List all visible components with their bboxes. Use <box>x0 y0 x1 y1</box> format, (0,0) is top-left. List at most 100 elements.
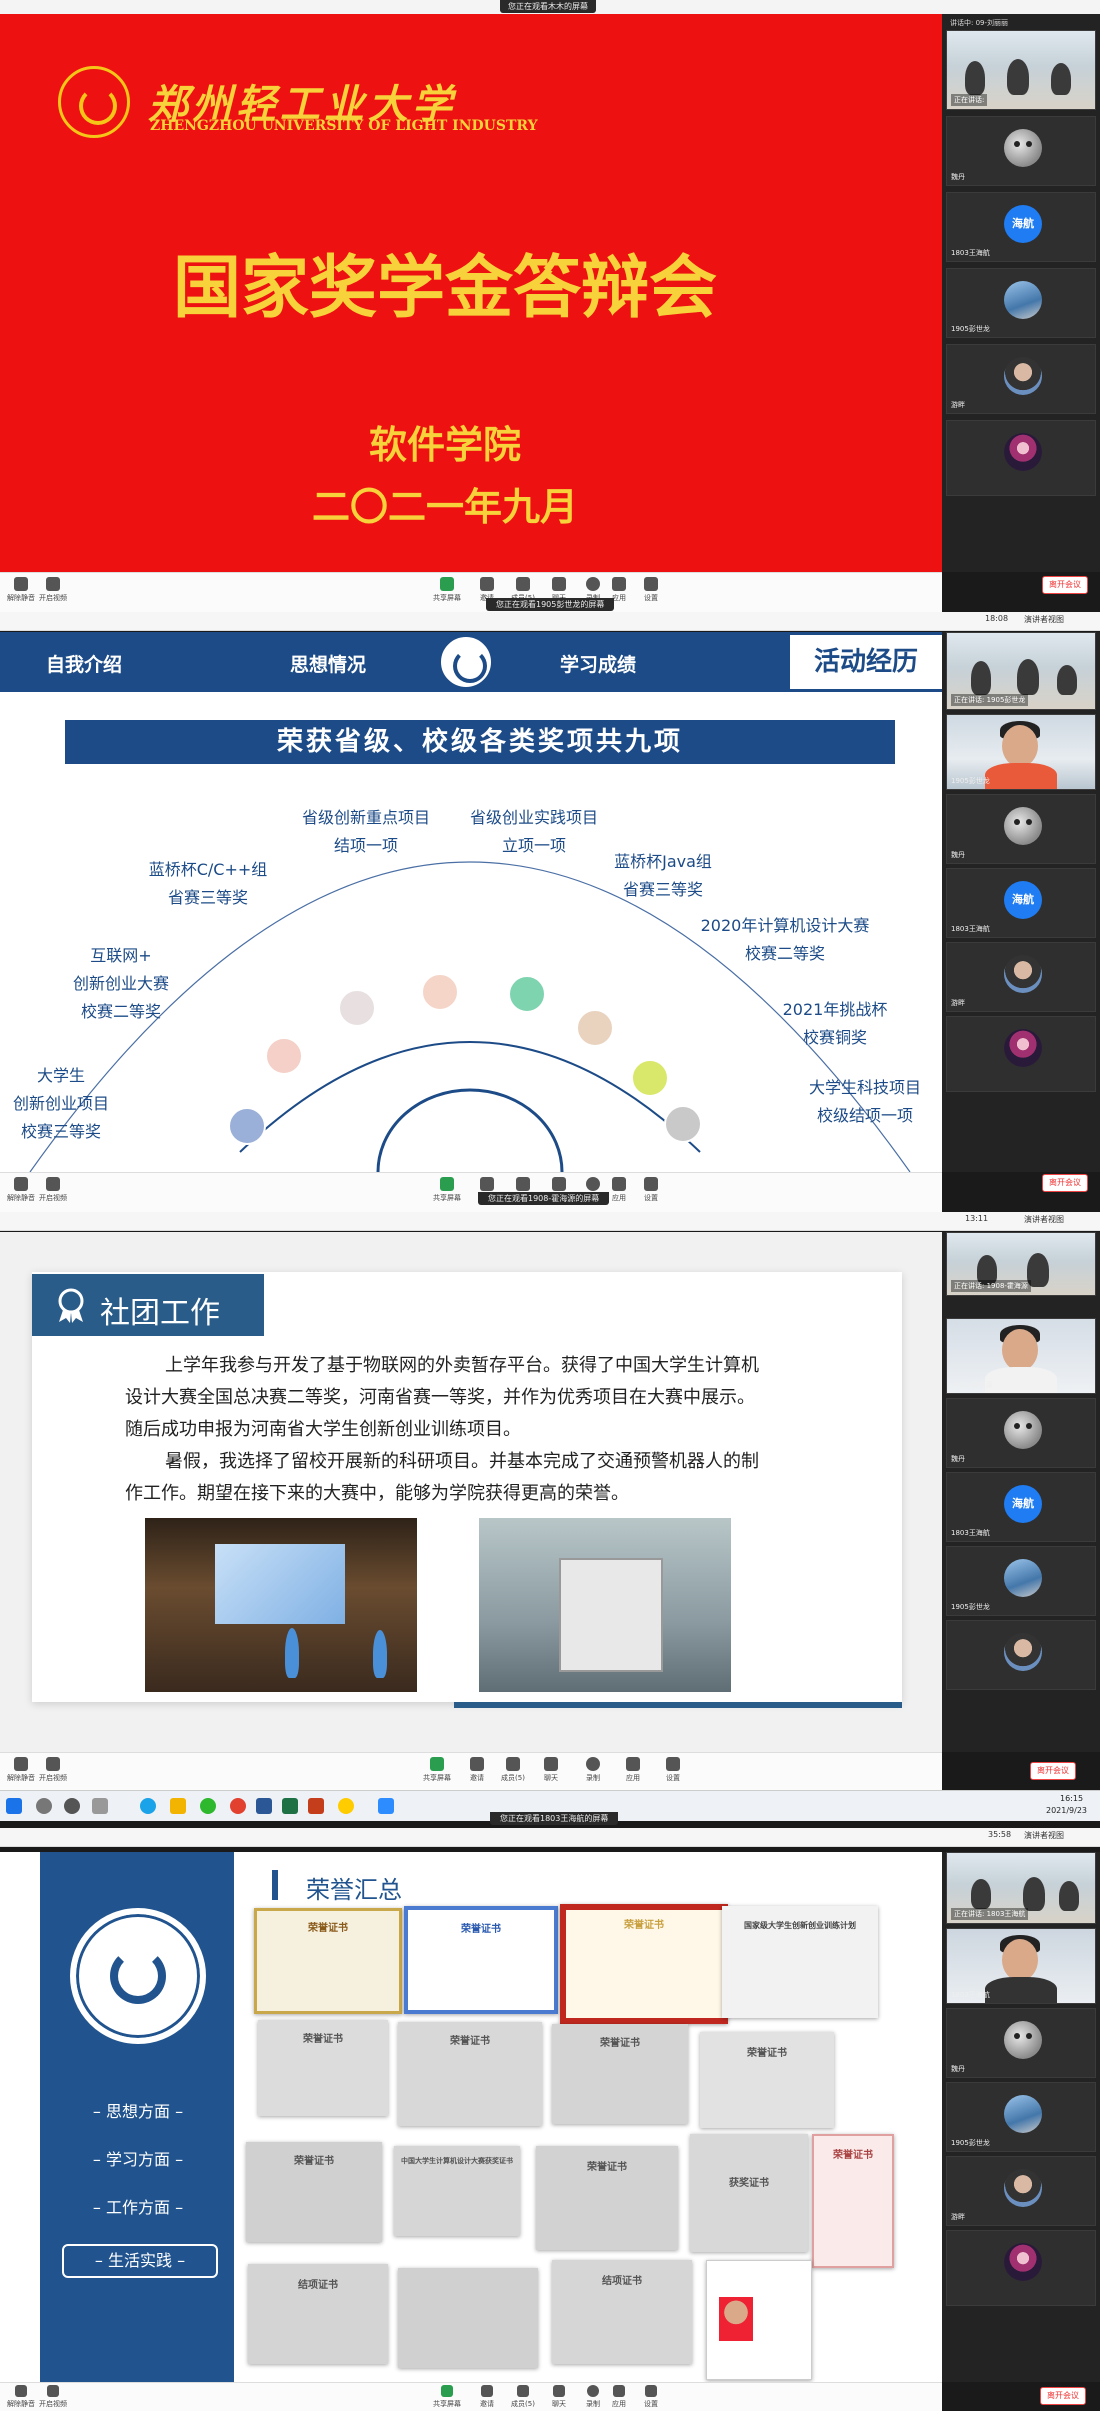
participant-tile[interactable]: 魏丹 <box>946 794 1096 864</box>
meeting-status-strip: 您正在观看木木的屏幕 <box>0 0 1100 15</box>
start-video-button[interactable]: 开启视频 <box>36 577 70 603</box>
meeting-toolbar: 解除静音 开启视频 共享屏幕 邀请 成员(5) 聊天 录制 应用 设置 <box>0 1752 942 1793</box>
settings-button[interactable]: 设置 <box>634 1177 668 1203</box>
participants-button[interactable]: 成员(5) <box>496 1757 530 1783</box>
avatar <box>1004 1559 1042 1597</box>
microphone-icon <box>15 2385 27 2397</box>
certificate-image: 荣誉证书 <box>560 1904 728 2024</box>
avatar: 海航 <box>1004 881 1042 919</box>
participant-tile[interactable]: 海航 1803王海航 <box>946 1472 1096 1542</box>
participant-tile[interactable]: 1905彭世龙 <box>946 268 1096 338</box>
active-speaker-video[interactable]: 正在讲话: 1905彭世龙 <box>946 632 1096 710</box>
active-speaker-video[interactable]: 正在讲话: 1908-霍海源 <box>946 1232 1096 1296</box>
wechat-icon[interactable] <box>200 1798 216 1814</box>
active-speaker-video[interactable]: 正在讲话: 1803王海航 <box>946 1852 1096 1924</box>
powerpoint-icon[interactable] <box>308 1798 324 1814</box>
speaking-label: 正在讲话: 1905彭世龙 <box>951 694 1029 706</box>
apps-button[interactable]: 应用 <box>616 1757 650 1783</box>
speaker-view-button[interactable]: 演讲者视图 <box>1024 1214 1064 1225</box>
widgets-icon[interactable] <box>92 1798 108 1814</box>
participant-tile[interactable]: 1905彭世龙 <box>946 2082 1096 2152</box>
certificate-image: 荣誉证书 <box>404 1906 558 2014</box>
speaking-label: 正在讲话: 1803王海航 <box>951 1908 1029 1920</box>
participant-tile[interactable]: 海航 1803王海航 <box>946 192 1096 262</box>
participant-tile[interactable]: 1905彭世龙 <box>946 1546 1096 1616</box>
chat-button[interactable]: 聊天 <box>534 1757 568 1783</box>
certificate-image: 荣誉证书 <box>398 2022 542 2126</box>
word-icon[interactable] <box>256 1798 272 1814</box>
share-screen-button[interactable]: 共享屏幕 <box>420 1757 454 1783</box>
unmute-button[interactable]: 解除静音 <box>4 2385 38 2409</box>
participant-tile[interactable] <box>946 420 1096 496</box>
participant-sidebar: 正在讲话: 1908-霍海源 1908-霍海源 魏丹 海航 1803王海航 190… <box>942 1232 1100 1752</box>
paragraph-line: 设计大赛全国总决赛二等奖，河南省赛一等奖，并作为优秀项目在大赛中展示。 <box>125 1387 755 1408</box>
participants-button[interactable]: 成员(5) <box>506 2385 540 2409</box>
unmute-button[interactable]: 解除静音 <box>4 1177 38 1203</box>
invite-button[interactable]: 邀请 <box>460 1757 494 1783</box>
share-screen-button[interactable]: 共享屏幕 <box>430 2385 464 2409</box>
award-label: 大学生 创新创业项目 校赛三等奖 <box>12 1066 109 1141</box>
apps-button[interactable]: 应用 <box>602 2385 636 2409</box>
edge-browser-icon[interactable] <box>140 1798 156 1814</box>
participant-tile[interactable]: 海航 1803王海航 <box>946 868 1096 938</box>
participant-tile[interactable] <box>946 1620 1096 1690</box>
invite-icon <box>480 1177 494 1191</box>
participant-tile[interactable] <box>946 1016 1096 1092</box>
settings-button[interactable]: 设置 <box>634 2385 668 2409</box>
active-speaker-video[interactable]: 正在讲话: <box>946 30 1096 110</box>
participant-tile[interactable]: 游畔 <box>946 2156 1096 2226</box>
participant-tile[interactable]: 1803王海航 <box>946 1928 1096 2004</box>
search-icon[interactable] <box>36 1798 52 1814</box>
speaker-view-button[interactable]: 演讲者视图 <box>1024 1830 1064 1841</box>
excel-icon[interactable] <box>282 1798 298 1814</box>
paragraph-line: 作工作。期望在接下来的大赛中，能够为学院获得更高的荣誉。 <box>125 1483 629 1504</box>
participant-tile[interactable]: 1905彭世龙 <box>946 714 1096 790</box>
file-explorer-icon[interactable] <box>170 1798 186 1814</box>
leave-meeting-button[interactable]: 离开会议 <box>1042 576 1088 594</box>
participant-tile[interactable]: 魏丹 <box>946 1398 1096 1468</box>
start-video-button[interactable]: 开启视频 <box>36 2385 70 2409</box>
settings-button[interactable]: 设置 <box>656 1757 690 1783</box>
participant-sidebar: 讲话中: 09-刘丽丽 正在讲话: 魏丹 海航 1803王海航 1905彭世龙 游… <box>942 14 1100 572</box>
participant-sidebar: 正在讲话: 1905彭世龙 1905彭世龙 魏丹 海航 1803王海航 游畔 <box>942 632 1100 1172</box>
share-screen-button[interactable]: 共享屏幕 <box>430 577 464 603</box>
meeting-status-strip: 18:08 演讲者视图 <box>0 612 1100 631</box>
chat-icon <box>544 1757 558 1771</box>
participant-tile[interactable]: 游畔 <box>946 344 1096 414</box>
leave-meeting-button[interactable]: 离开会议 <box>1030 1762 1076 1780</box>
start-video-button[interactable]: 开启视频 <box>36 1757 70 1783</box>
record-icon <box>586 1757 600 1771</box>
award-label: 蓝桥杯C/C++组 省赛三等奖 <box>148 860 268 907</box>
unmute-button[interactable]: 解除静音 <box>4 1757 38 1783</box>
record-button[interactable]: 录制 <box>576 1757 610 1783</box>
leave-meeting-button[interactable]: 离开会议 <box>1042 1174 1088 1192</box>
participant-tile[interactable]: 魏丹 <box>946 2008 1096 2078</box>
task-view-icon[interactable] <box>64 1798 80 1814</box>
people-icon <box>506 1757 520 1771</box>
owl-avatar-icon <box>1004 1411 1042 1449</box>
speaker-view-button[interactable]: 演讲者视图 <box>1024 614 1064 625</box>
meeting-toolbar: 解除静音 开启视频 共享屏幕 邀请 成员(5) 聊天 录制 应用 设置 <box>0 1172 942 1213</box>
chat-button[interactable]: 聊天 <box>542 2385 576 2409</box>
participant-tile[interactable] <box>946 2230 1096 2306</box>
qq-icon[interactable] <box>338 1798 354 1814</box>
owl-avatar-icon <box>1004 807 1042 845</box>
meeting-app-icon[interactable] <box>378 1798 394 1814</box>
windows-start-icon[interactable] <box>6 1798 22 1814</box>
award-label: 大学生科技项目 校级结项一项 <box>808 1078 921 1125</box>
share-screen-button[interactable]: 共享屏幕 <box>430 1177 464 1203</box>
participant-tile[interactable]: 游畔 <box>946 942 1096 1012</box>
unmute-button[interactable]: 解除静音 <box>4 577 38 603</box>
start-video-button[interactable]: 开启视频 <box>36 1177 70 1203</box>
invite-button[interactable]: 邀请 <box>470 2385 504 2409</box>
participant-tile[interactable]: 魏丹 <box>946 116 1096 186</box>
leave-meeting-button[interactable]: 离开会议 <box>1040 2387 1086 2405</box>
settings-button[interactable]: 设置 <box>634 577 668 603</box>
meeting-toolbar: 解除静音 开启视频 共享屏幕 邀请 成员(5) 聊天 录制 应用 设置 离开会议 <box>0 2382 1086 2411</box>
meeting-status-strip: 13:11 演讲者视图 <box>0 1212 1100 1231</box>
certificate-image <box>706 2260 812 2380</box>
side-menu-item: – 思想方面 – <box>92 2102 184 2121</box>
chrome-icon[interactable] <box>230 1798 246 1814</box>
participant-tile[interactable]: 1908-霍海源 <box>946 1318 1096 1394</box>
chat-icon <box>552 577 566 591</box>
